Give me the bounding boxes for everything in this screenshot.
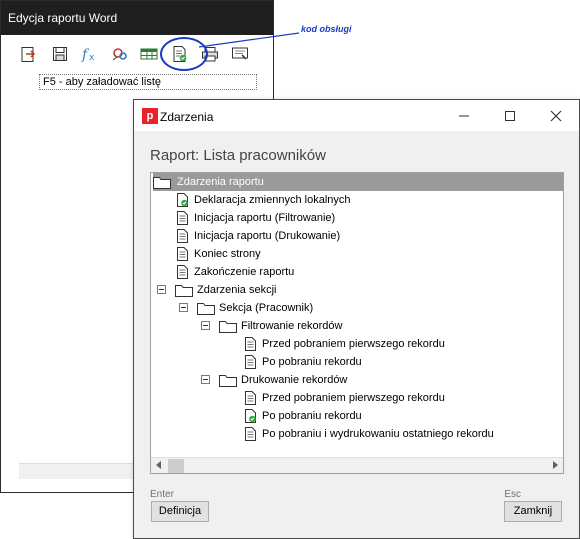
scroll-right-icon[interactable] xyxy=(553,461,558,469)
close-button[interactable]: Zamknij xyxy=(504,501,562,522)
document-icon xyxy=(177,211,188,225)
tree-item-init-print[interactable]: Inicjacja raportu (Drukowanie) xyxy=(177,227,340,245)
document-icon xyxy=(245,337,256,351)
report-heading: Raport: Lista pracowników xyxy=(150,147,326,164)
document-icon xyxy=(245,427,256,441)
dialog-title: Zdarzenia xyxy=(160,110,214,124)
events-dialog: p Zdarzenia Raport: Lista pracowników Zd… xyxy=(133,99,580,539)
annotation-circle xyxy=(160,37,208,71)
folder-icon xyxy=(219,320,237,333)
collapse-toggle[interactable] xyxy=(201,375,210,384)
tree-item-report-end[interactable]: Zakończenie raportu xyxy=(177,263,294,281)
collapse-toggle[interactable] xyxy=(179,303,188,312)
dialog-titlebar: p Zdarzenia xyxy=(134,100,579,132)
tree-item-before-first-record-print[interactable]: Przed pobraniem pierwszego rekordu xyxy=(245,389,445,407)
tree-item-section-employee[interactable]: Sekcja (Pracownik) xyxy=(197,299,313,317)
document-icon xyxy=(245,391,256,405)
tree-item-report-events[interactable]: Zdarzenia raportu xyxy=(153,173,563,191)
folder-icon xyxy=(175,284,193,297)
scroll-thumb[interactable] xyxy=(168,459,184,473)
minimize-button[interactable] xyxy=(441,100,487,132)
tree-item-section-events[interactable]: Zdarzenia sekcji xyxy=(175,281,276,299)
maximize-icon xyxy=(505,111,515,121)
maximize-button[interactable] xyxy=(487,100,533,132)
folder-icon xyxy=(219,374,237,387)
scroll-left-icon[interactable] xyxy=(156,461,161,469)
tree-item-page-end[interactable]: Koniec strony xyxy=(177,245,261,263)
tree-item-before-first-record[interactable]: Przed pobraniem pierwszego rekordu xyxy=(245,335,445,353)
close-icon xyxy=(550,110,562,122)
folder-icon xyxy=(197,302,215,315)
document-icon xyxy=(177,229,188,243)
events-tree[interactable]: Zdarzenia raportu Deklaracja zmiennych l… xyxy=(150,172,564,474)
close-window-button[interactable] xyxy=(533,100,579,132)
document-icon xyxy=(177,265,188,279)
tree-item-after-record-print[interactable]: Po pobraniu rekordu xyxy=(245,407,362,425)
document-check-icon xyxy=(245,409,256,423)
collapse-toggle[interactable] xyxy=(201,321,210,330)
enter-key-hint: Enter xyxy=(150,489,174,500)
tree-item-init-filter[interactable]: Inicjacja raportu (Filtrowanie) xyxy=(177,209,335,227)
horizontal-scrollbar[interactable] xyxy=(151,457,563,473)
tree-item-after-last-record-print[interactable]: Po pobraniu i wydrukowaniu ostatniego re… xyxy=(245,425,494,443)
tree-item-local-vars[interactable]: Deklaracja zmiennych lokalnych xyxy=(177,191,351,209)
tree-item-after-record[interactable]: Po pobraniu rekordu xyxy=(245,353,362,371)
definition-button[interactable]: Definicja xyxy=(151,501,209,522)
tree-item-record-filtering[interactable]: Filtrowanie rekordów xyxy=(219,317,342,335)
tree-item-record-printing[interactable]: Drukowanie rekordów xyxy=(219,371,347,389)
document-icon xyxy=(245,355,256,369)
app-logo-icon: p xyxy=(142,108,158,124)
folder-icon xyxy=(153,176,171,189)
esc-key-hint: Esc xyxy=(504,489,521,500)
document-check-icon xyxy=(177,193,188,207)
collapse-toggle[interactable] xyxy=(157,285,166,294)
minimize-icon xyxy=(459,115,469,117)
document-icon xyxy=(177,247,188,261)
